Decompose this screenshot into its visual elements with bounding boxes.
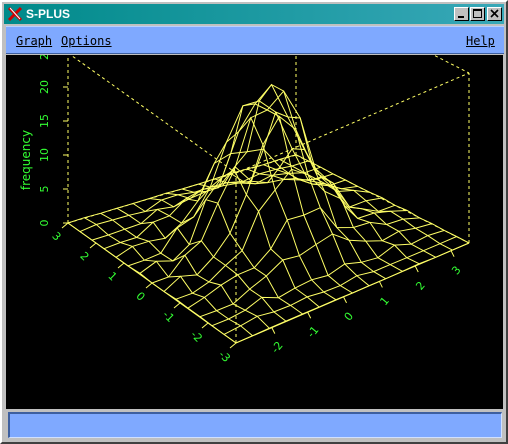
menu-help[interactable]: Help bbox=[466, 34, 495, 48]
menu-help-label: Help bbox=[466, 34, 495, 48]
right-axis-tick bbox=[271, 327, 276, 334]
surface-grid-line bbox=[132, 199, 303, 315]
left-axis-tick-label: -3 bbox=[216, 348, 233, 365]
surface-wireframe bbox=[67, 83, 470, 344]
z-tick-label: 0 bbox=[38, 220, 51, 227]
box-edge bbox=[235, 242, 470, 344]
maximize-icon bbox=[473, 9, 482, 18]
left-axis-tick bbox=[117, 262, 125, 269]
surface-plot: frequency 05101520253210-1-2-3-2-10123 bbox=[19, 0, 470, 365]
left-axis-tick-label: -1 bbox=[160, 308, 177, 325]
right-axis-tick bbox=[307, 312, 312, 319]
right-axis-tick bbox=[450, 250, 455, 257]
box-edge bbox=[324, 0, 470, 74]
surface-grid-line bbox=[163, 115, 396, 292]
bounding-box bbox=[63, 0, 470, 244]
plot-area: frequency 05101520253210-1-2-3-2-10123 bbox=[6, 0, 503, 409]
minimize-icon bbox=[458, 16, 464, 18]
right-axis-tick bbox=[414, 265, 419, 273]
left-axis-tick bbox=[201, 322, 209, 329]
axis-labels: frequency 05101520253210-1-2-3-2-10123 bbox=[19, 46, 464, 365]
menu-options-label: Options bbox=[61, 34, 112, 48]
z-tick-label: 15 bbox=[38, 114, 51, 128]
right-axis-tick bbox=[378, 281, 383, 288]
right-axis-tick-label: -1 bbox=[305, 324, 322, 341]
menu-options[interactable]: Options bbox=[61, 34, 112, 48]
left-axis-tick-label: -2 bbox=[188, 328, 205, 345]
surface-grid-line bbox=[116, 207, 287, 322]
left-axis-tick bbox=[145, 282, 153, 289]
right-axis-tick-label: 2 bbox=[413, 279, 427, 293]
surface-grid-line bbox=[139, 83, 371, 274]
left-axis-tick bbox=[173, 302, 181, 309]
surface-grid-line bbox=[67, 154, 297, 224]
menu-graph-label: Graph bbox=[16, 34, 53, 48]
left-axis-tick-label: 3 bbox=[49, 229, 63, 243]
right-axis-tick-label: 3 bbox=[449, 264, 463, 278]
minimize-button[interactable] bbox=[454, 7, 469, 21]
z-tick-label: 25 bbox=[38, 55, 51, 60]
left-axis-tick bbox=[229, 342, 237, 349]
left-axis-tick-label: 1 bbox=[105, 269, 119, 283]
menu-bar: Graph Options Help bbox=[6, 26, 504, 54]
title-bar[interactable]: S-PLUS bbox=[4, 4, 504, 24]
right-axis-tick bbox=[343, 296, 347, 304]
maximize-button[interactable] bbox=[470, 7, 485, 21]
left-axis-tick-label: 0 bbox=[133, 289, 147, 303]
left-axis-tick-label: 2 bbox=[77, 249, 91, 263]
left-axis-tick bbox=[89, 242, 97, 249]
surface-grid-line bbox=[165, 116, 337, 301]
surface-grid-line bbox=[115, 148, 346, 258]
box-edge bbox=[235, 72, 470, 174]
left-axis-tick bbox=[61, 222, 69, 229]
right-axis-tick-label: 0 bbox=[342, 310, 356, 324]
right-axis-tick-label: -2 bbox=[269, 339, 286, 356]
splus-window: S-PLUS Graph Options Help frequency 0 5 10… bbox=[0, 0, 508, 444]
surface-grid-line bbox=[199, 223, 433, 318]
window-title: S-PLUS bbox=[26, 7, 71, 21]
z-tick-label: 20 bbox=[38, 80, 51, 94]
status-bar bbox=[8, 412, 502, 438]
menu-graph[interactable]: Graph bbox=[16, 34, 52, 48]
x-logo-icon[interactable] bbox=[7, 6, 23, 22]
close-icon bbox=[490, 9, 499, 18]
z-tick-label: 5 bbox=[38, 186, 51, 193]
front-box-edges bbox=[61, 173, 470, 349]
z-axis-label: frequency bbox=[19, 130, 33, 190]
box-edge bbox=[67, 52, 237, 174]
close-button[interactable] bbox=[487, 7, 502, 21]
z-tick-label: 10 bbox=[38, 148, 51, 162]
surface-grid-line bbox=[151, 90, 383, 284]
right-axis-tick-label: 1 bbox=[377, 294, 391, 308]
